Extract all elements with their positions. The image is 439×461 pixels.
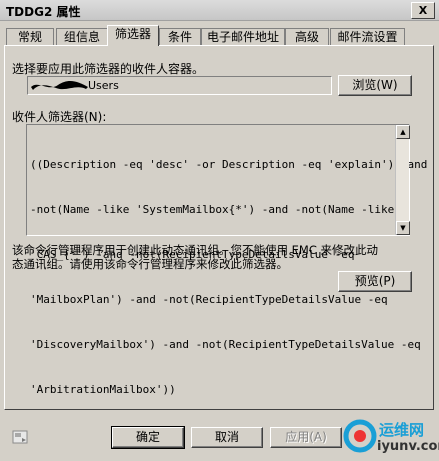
- filter-line: -not(Name -like 'SystemMailbox{*') -and …: [30, 203, 395, 216]
- tab-filter[interactable]: 筛选器: [107, 25, 159, 46]
- watermark-text-2: iyunv.com: [377, 439, 439, 454]
- close-button[interactable]: X: [411, 2, 435, 19]
- tab-conditions[interactable]: 条件: [159, 28, 201, 45]
- container-value: Users: [88, 79, 119, 92]
- filter-line: ((Description -eq 'desc' -or Description…: [30, 158, 428, 171]
- title-bar: TDDG2 属性 X: [0, 0, 439, 21]
- scroll-down-icon[interactable]: ▼: [396, 221, 410, 235]
- dialog-help-icon: [12, 430, 28, 444]
- preview-button[interactable]: 预览(P): [338, 271, 412, 292]
- filter-line: 'ArbitrationMailbox')): [30, 383, 176, 396]
- tab-general[interactable]: 常规: [6, 28, 54, 45]
- window-title: TDDG2 属性: [6, 5, 81, 19]
- filter-line: 'DiscoveryMailbox') -and -not(RecipientT…: [30, 338, 421, 351]
- cancel-button[interactable]: 取消: [191, 427, 263, 448]
- note-line-2: 态通讯组。请使用该命令行管理程序来修改此筛选器。: [12, 257, 288, 271]
- container-field: Users: [27, 76, 332, 95]
- filter-line: 'MailboxPlan') -and -not(RecipientTypeDe…: [30, 293, 388, 306]
- site-watermark: 运维网 iyunv.com: [343, 415, 439, 461]
- tab-email-addresses[interactable]: 电子邮件地址: [201, 28, 285, 45]
- apply-button[interactable]: 应用(A): [270, 427, 342, 448]
- scroll-up-icon[interactable]: ▲: [396, 125, 410, 139]
- watermark-text-1: 运维网: [379, 421, 425, 439]
- close-icon: X: [418, 4, 428, 17]
- tab-group-info[interactable]: 组信息: [56, 28, 108, 45]
- tab-advanced[interactable]: 高级: [285, 28, 329, 45]
- watermark-logo: [343, 419, 377, 453]
- redaction-mark: [31, 80, 88, 90]
- container-label: 选择要应用此筛选器的收件人容器。: [12, 62, 205, 76]
- ok-button[interactable]: 确定: [111, 426, 185, 449]
- tab-mail-flow-settings[interactable]: 邮件流设置: [330, 28, 405, 45]
- recipient-filter-textbox[interactable]: ((Description -eq 'desc' -or Description…: [26, 124, 427, 396]
- browse-button[interactable]: 浏览(W): [338, 75, 412, 96]
- recipient-filter-label: 收件人筛选器(N):: [12, 110, 107, 124]
- vertical-scrollbar[interactable]: ▲ ▼: [395, 125, 410, 235]
